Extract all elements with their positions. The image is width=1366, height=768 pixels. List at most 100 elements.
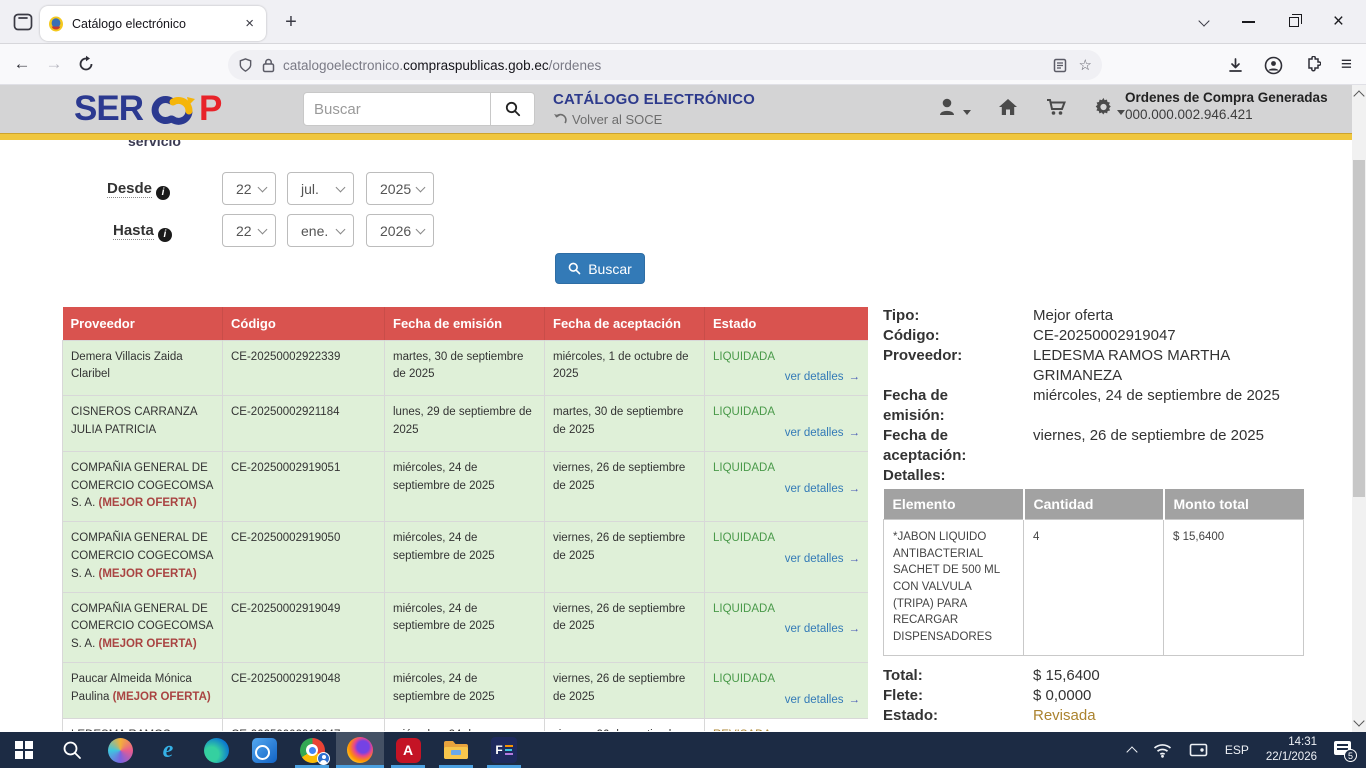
shield-icon[interactable] xyxy=(238,57,253,73)
taskbar-fapp-button[interactable]: F xyxy=(480,732,528,768)
estado-cell: LIQUIDADAver detalles→ xyxy=(705,451,869,521)
site-search-input[interactable] xyxy=(303,92,491,126)
taskbar-chrome-button[interactable] xyxy=(288,732,336,768)
hasta-day-select[interactable]: 22 xyxy=(222,214,276,247)
desde-day-select[interactable]: 22 xyxy=(222,172,276,205)
ver-detalles-link[interactable]: ver detalles → xyxy=(713,369,860,387)
window-restore-button[interactable] xyxy=(1289,17,1299,27)
search-icon xyxy=(62,740,82,760)
scrollbar-down-arrow[interactable] xyxy=(1353,715,1364,726)
ver-detalles-link[interactable]: ver detalles→ xyxy=(713,551,860,569)
display-connect-icon[interactable] xyxy=(1189,743,1208,758)
copilot-icon xyxy=(108,738,133,763)
taskbar-firefox-button[interactable] xyxy=(336,732,384,768)
order-row[interactable]: COMPAÑIA GENERAL DE COMERCIO COGECOMSA S… xyxy=(63,592,869,662)
bookmark-star-icon[interactable]: ☆ xyxy=(1079,56,1092,74)
info-icon[interactable]: i xyxy=(156,186,170,200)
fecha-emision-cell: miércoles, 24 de septiembre de 2025 xyxy=(385,522,545,592)
taskbar-copilot-button[interactable] xyxy=(96,732,144,768)
home-button[interactable] xyxy=(997,97,1019,122)
acrobat-icon: A xyxy=(396,738,421,763)
browser-tab[interactable]: Catálogo electrónico × xyxy=(40,6,266,41)
menu-icon[interactable]: ≡ xyxy=(1341,54,1352,76)
extensions-icon[interactable] xyxy=(1303,56,1321,74)
arrow-right-icon: → xyxy=(849,371,861,383)
hasta-month-select[interactable]: ene. xyxy=(287,214,354,247)
orders-counter-label: Ordenes de Compra Generadas xyxy=(1125,90,1340,105)
firefox-view-icon[interactable] xyxy=(12,11,34,33)
ver-detalles-link[interactable]: ver detalles→ xyxy=(713,692,860,710)
detail-summary-value: $ 15,6400 xyxy=(1033,666,1303,686)
desde-year-select[interactable]: 2025 xyxy=(366,172,434,205)
lock-icon[interactable] xyxy=(262,58,275,73)
ver-detalles-link[interactable]: ver detalles→ xyxy=(713,425,860,443)
scrollbar-thumb[interactable] xyxy=(1353,160,1365,497)
proveedor-cell: COMPAÑIA GENERAL DE COMERCIO COGECOMSA S… xyxy=(63,522,223,592)
ver-detalles-label: ver detalles xyxy=(785,371,844,383)
gear-icon xyxy=(1093,97,1114,117)
scrollbar-up-arrow[interactable] xyxy=(1353,90,1364,101)
hasta-year-select[interactable]: 2026 xyxy=(366,214,434,247)
back-button[interactable]: ← xyxy=(6,54,38,74)
notification-count-badge: 5 xyxy=(1344,749,1357,762)
cart-icon xyxy=(1045,97,1067,117)
order-row[interactable]: COMPAÑIA GENERAL DE COMERCIO COGECOMSA S… xyxy=(63,522,869,592)
language-indicator[interactable]: ESP xyxy=(1225,743,1249,757)
chevron-down-icon xyxy=(963,110,971,115)
clock-date: 22/1/2026 xyxy=(1266,751,1317,763)
forward-button[interactable]: → xyxy=(38,54,70,74)
order-row[interactable]: COMPAÑIA GENERAL DE COMERCIO COGECOMSA S… xyxy=(63,451,869,521)
account-icon[interactable] xyxy=(1264,56,1283,75)
taskbar-search-button[interactable] xyxy=(48,732,96,768)
fecha-aceptacion-cell: viernes, 26 de septiembre de 2025 xyxy=(545,522,705,592)
tab-close-icon[interactable]: × xyxy=(241,15,258,32)
windows-logo-icon xyxy=(15,741,33,759)
taskbar-clock[interactable]: 14:3122/1/2026 xyxy=(1266,735,1317,765)
user-menu-button[interactable] xyxy=(938,97,971,122)
order-row[interactable]: LEDESMA RAMOS MARTHA GRIMANEZA (MEJOR OF… xyxy=(63,718,869,731)
taskbar-explorer-button[interactable] xyxy=(432,732,480,768)
internet-explorer-icon: e xyxy=(163,737,174,764)
sercop-logo[interactable]: SER P xyxy=(74,89,221,129)
taskbar-outlook-button[interactable] xyxy=(240,732,288,768)
estado-cell: LIQUIDADAver detalles→ xyxy=(705,592,869,662)
detail-fields: Tipo:Mejor ofertaCódigo:CE-2025000291904… xyxy=(883,306,1303,486)
taskbar-edge-button[interactable] xyxy=(192,732,240,768)
column-header: Estado xyxy=(705,307,869,340)
info-icon[interactable]: i xyxy=(158,228,172,242)
items-table-body: *JABON LIQUIDO ANTIBACTERIAL SACHET DE 5… xyxy=(884,520,1304,656)
desde-month-select[interactable]: jul. xyxy=(287,172,354,205)
window-minimize-button[interactable] xyxy=(1242,21,1255,23)
url-bar[interactable]: catalogoelectronico.compraspublicas.gob.… xyxy=(228,50,1102,80)
taskbar-ie-button[interactable]: e xyxy=(144,732,192,768)
ecuador-favicon xyxy=(48,16,64,32)
chevron-down-icon xyxy=(258,224,268,234)
elemento-cell: *JABON LIQUIDO ANTIBACTERIAL SACHET DE 5… xyxy=(884,520,1024,656)
new-tab-button[interactable]: + xyxy=(278,10,304,36)
cart-button[interactable] xyxy=(1045,97,1067,122)
ver-detalles-link[interactable]: ver detalles→ xyxy=(713,621,860,639)
window-close-button[interactable]: × xyxy=(1333,16,1344,28)
buscar-button[interactable]: Buscar xyxy=(555,253,645,284)
site-search-button[interactable] xyxy=(491,92,535,126)
volver-soce-link[interactable]: Volver al SOCE xyxy=(553,112,662,127)
tray-expand-chevron[interactable] xyxy=(1126,746,1137,757)
reader-mode-icon[interactable] xyxy=(1053,58,1067,73)
hand-back-icon xyxy=(553,113,567,126)
ver-detalles-link[interactable]: ver detalles→ xyxy=(713,481,860,499)
notification-center-button[interactable]: 5 xyxy=(1334,741,1354,759)
start-button[interactable] xyxy=(0,732,48,768)
reload-button[interactable] xyxy=(70,55,102,73)
page-scrollbar[interactable] xyxy=(1352,85,1366,732)
detail-field: Detalles: xyxy=(883,466,1303,486)
search-icon xyxy=(568,262,581,275)
wifi-icon[interactable] xyxy=(1153,743,1172,758)
order-row[interactable]: Paucar Almeida Mónica Paulina (MEJOR OFE… xyxy=(63,663,869,719)
download-icon[interactable] xyxy=(1227,57,1244,74)
tab-list-chevron-icon[interactable] xyxy=(1198,15,1209,26)
detail-field-label: Fecha de aceptación: xyxy=(883,426,1033,466)
settings-menu-button[interactable] xyxy=(1093,97,1125,122)
taskbar-acrobat-button[interactable]: A xyxy=(384,732,432,768)
order-row[interactable]: Demera Villacis Zaida ClaribelCE-2025000… xyxy=(63,340,869,396)
order-row[interactable]: CISNEROS CARRANZA JULIA PATRICIACE-20250… xyxy=(63,396,869,452)
